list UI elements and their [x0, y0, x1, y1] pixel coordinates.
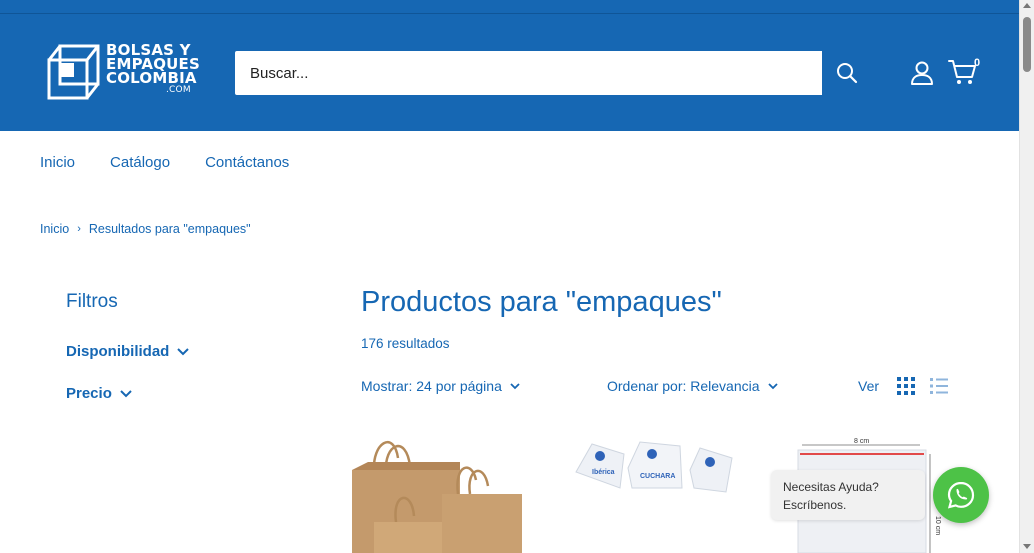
- account-button[interactable]: [909, 60, 935, 86]
- site-logo[interactable]: BOLSAS Y EMPAQUES COLOMBIA .COM: [46, 43, 200, 101]
- help-chat-bubble[interactable]: Necesitas Ayuda? Escríbenos.: [771, 470, 925, 520]
- breadcrumb: Inicio › Resultados para "empaques": [40, 222, 251, 236]
- nav-item-inicio[interactable]: Inicio: [40, 154, 75, 171]
- view-label: Ver: [858, 378, 880, 394]
- cart-count-badge: 0: [974, 57, 981, 69]
- scroll-down-arrow-icon[interactable]: [1023, 544, 1031, 549]
- grid-icon: [897, 377, 915, 395]
- product-image-spoons: Ibérica CUCHARA: [575, 441, 733, 493]
- product-card-spoons[interactable]: Ibérica CUCHARA: [570, 432, 745, 502]
- product-image-kraft-bags: [352, 440, 522, 553]
- filter-label: Precio: [66, 385, 112, 402]
- page-scrollbar[interactable]: [1019, 0, 1034, 553]
- zip-width-label: 8 cm: [854, 438, 869, 445]
- filter-availability[interactable]: Disponibilidad: [66, 343, 190, 360]
- filter-price[interactable]: Precio: [66, 385, 132, 402]
- search-icon: [836, 63, 857, 84]
- per-page-select[interactable]: Mostrar: 24 por página: [361, 378, 520, 394]
- results-count: 176 resultados: [361, 336, 450, 351]
- chevron-right-icon: ›: [77, 223, 81, 235]
- search-input[interactable]: [235, 51, 822, 95]
- sort-label: Ordenar por: Relevancia: [607, 378, 760, 394]
- page-title: Productos para "empaques": [361, 286, 722, 318]
- chevron-down-icon: [120, 389, 132, 397]
- breadcrumb-current: Resultados para "empaques": [88, 222, 251, 236]
- per-page-label: Mostrar: 24 por página: [361, 378, 502, 394]
- list-icon: [930, 378, 948, 394]
- whatsapp-button[interactable]: [933, 467, 989, 523]
- help-line-2: Escríbenos.: [783, 498, 847, 512]
- search-bar: [235, 51, 871, 95]
- main-nav: Inicio Catálogo Contáctanos: [40, 154, 289, 171]
- nav-item-catalogo[interactable]: Catálogo: [110, 154, 170, 171]
- zip-height-label: 10 cm: [934, 516, 941, 535]
- product-card-kraft-bags[interactable]: [348, 432, 530, 553]
- chevron-down-icon: [177, 347, 190, 355]
- list-view-button[interactable]: [930, 377, 948, 395]
- filters-title: Filtros: [66, 291, 118, 312]
- whatsapp-icon: [947, 481, 975, 509]
- header-divider: [0, 13, 1019, 14]
- grid-view-button[interactable]: [897, 377, 915, 395]
- logo-cube-icon: [47, 44, 100, 100]
- breadcrumb-home[interactable]: Inicio: [40, 222, 69, 236]
- spoon-label-text: CUCHARA: [640, 473, 675, 480]
- logo-wordmark: BOLSAS Y EMPAQUES COLOMBIA .COM: [106, 43, 200, 96]
- chevron-down-icon: [767, 382, 778, 389]
- sort-select[interactable]: Ordenar por: Relevancia: [607, 378, 778, 394]
- user-icon: [911, 61, 933, 85]
- site-header: BOLSAS Y EMPAQUES COLOMBIA .COM 0: [0, 0, 1019, 131]
- chevron-down-icon: [510, 382, 520, 389]
- scrollbar-thumb[interactable]: [1023, 17, 1031, 72]
- help-line-1: Necesitas Ayuda?: [783, 480, 879, 494]
- search-button[interactable]: [822, 51, 871, 95]
- scroll-up-arrow-icon[interactable]: [1023, 3, 1031, 8]
- spoon-brand-text: Ibérica: [592, 469, 615, 476]
- filter-label: Disponibilidad: [66, 343, 170, 360]
- nav-item-contactanos[interactable]: Contáctanos: [205, 154, 289, 171]
